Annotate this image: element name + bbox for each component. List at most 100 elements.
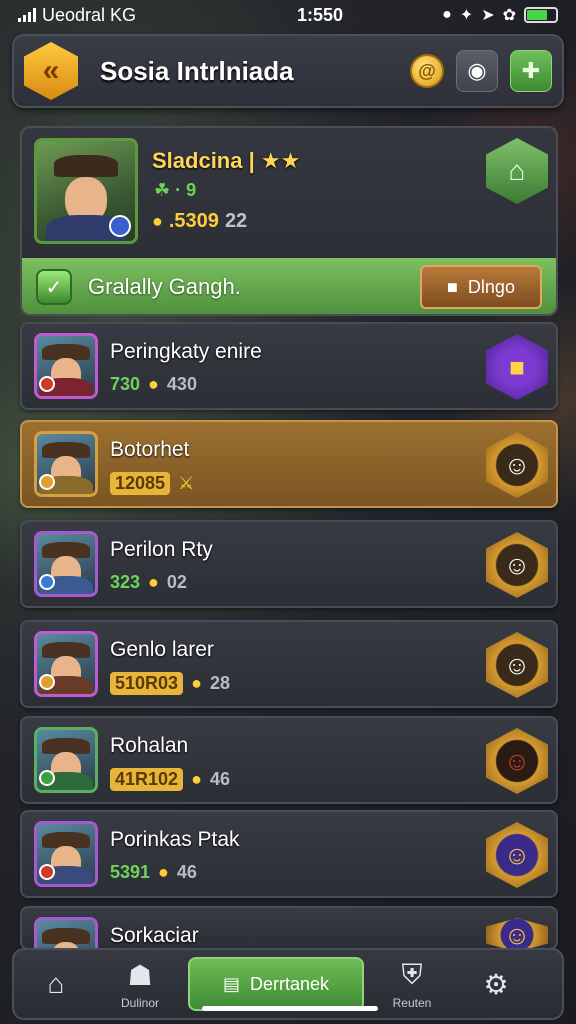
player-row-avatar — [34, 531, 98, 597]
page-title: Sosia Intrlniada — [100, 55, 294, 86]
chart-icon: ▤ — [222, 973, 240, 994]
player-rank-badge[interactable]: ☺ — [486, 918, 548, 952]
player-row-name: Botorhet — [110, 438, 190, 461]
guild-action-button[interactable]: ■ Dlngo — [420, 265, 542, 309]
stat-secondary: 46 — [209, 769, 230, 789]
player-rank-badge[interactable]: ☺ — [486, 532, 548, 598]
stat-primary: 730 — [110, 374, 141, 394]
stat-primary: 510R03 — [110, 672, 184, 695]
top-header: « Sosia Intrlniada @ ◉ ✚ — [12, 34, 564, 108]
player-profile-card[interactable]: Sladcina | ★★ ☘ · 9 ● .5309 22 ⌂ ✓ Grala… — [20, 126, 558, 316]
stat-secondary: 28 — [209, 673, 230, 693]
player-row-name: Porinkas Ptak — [110, 828, 240, 851]
guild-label: Gralally Gangh. — [88, 274, 241, 299]
sword-icon: ⚔ — [178, 473, 195, 493]
coin-icon: ● — [152, 211, 163, 231]
player-row[interactable]: Perilon Rty 323 ● 02 ☺ — [20, 520, 558, 608]
player-row-avatar — [34, 821, 98, 887]
portrait-icon: ☺ — [503, 649, 531, 680]
gear-icon: ⚙ — [483, 968, 509, 1000]
home-hex-button[interactable]: ⌂ — [486, 138, 548, 204]
wifi-icon: ✦ — [459, 7, 474, 24]
thumb-icon: ■ — [447, 276, 458, 297]
map-button[interactable]: ◉ — [456, 50, 498, 92]
chevron-left-icon: « — [42, 54, 60, 87]
player-row-name: Sorkaciar — [110, 924, 199, 947]
carrier-label: Ueodral KG — [42, 4, 137, 25]
player-row-stats: 41R102 ● 46 — [110, 768, 230, 791]
player-row-stats: 510R03 ● 28 — [110, 672, 230, 695]
map-pin-icon: ◉ — [467, 58, 487, 83]
coin-icon[interactable]: @ — [410, 54, 444, 88]
player-row-avatar — [34, 631, 98, 697]
portrait-icon: ☺ — [503, 839, 531, 870]
status-bar: Ueodral KG 1:550 ● ✦ ➤ ✿ — [0, 0, 576, 30]
battery-icon — [524, 7, 558, 23]
stat-primary: 12085 — [110, 472, 171, 495]
player-row[interactable]: Rohalan 41R102 ● 46 ☺ — [20, 716, 558, 804]
barn-icon: ☗ — [127, 959, 153, 991]
player-rank-badge[interactable]: ☺ — [486, 632, 548, 698]
plus-icon: ✚ — [521, 58, 541, 83]
player-row-stats: 12085 ⚔ — [110, 472, 202, 495]
player-row-avatar — [34, 727, 98, 793]
player-row-avatar — [34, 431, 98, 497]
player-row[interactable]: Sorkaciar ☺ — [20, 906, 558, 983]
player-rank-badge[interactable]: ■ — [486, 334, 548, 400]
stat-primary: 5391 — [110, 862, 151, 882]
coin-icon: ● — [148, 572, 159, 592]
alarm-icon: ● — [442, 6, 452, 23]
nav-shop[interactable]: ☗ Dulinor — [98, 950, 182, 1018]
nav-home[interactable]: ⌂ — [14, 950, 98, 1018]
location-icon: ➤ — [481, 7, 495, 24]
player-rank-badge[interactable]: ☺ — [486, 728, 548, 794]
portrait-icon: ☺ — [503, 549, 531, 580]
coin-icon: ● — [148, 374, 159, 394]
player-rank-badge[interactable]: ☺ — [486, 432, 548, 498]
player-row-stats: 323 ● 02 — [110, 572, 187, 593]
player-row-name: Rohalan — [110, 734, 189, 757]
player-row-name: Peringkaty enire — [110, 340, 262, 363]
stat-primary: 41R102 — [110, 768, 184, 791]
player-row[interactable]: Peringkaty enire 730 ● 430 ■ — [20, 322, 558, 410]
house-icon: ⌂ — [508, 155, 526, 186]
player-row[interactable]: Porinkas Ptak 5391 ● 46 ☺ — [20, 810, 558, 898]
gold-bar-icon: ■ — [509, 351, 525, 382]
player-row[interactable]: Botorhet 12085 ⚔ ☺ — [20, 420, 558, 508]
player-row-stats: 5391 ● 46 — [110, 862, 197, 883]
coin-icon: ● — [191, 673, 202, 693]
coin-icon: ● — [191, 769, 202, 789]
guild-icon: ✓ — [36, 269, 72, 305]
star-icon: ★★ — [260, 148, 301, 173]
rank-badge-icon — [109, 215, 131, 237]
stat-secondary: 02 — [166, 572, 187, 592]
nav-main-button[interactable]: ▤ Derrtanek — [188, 957, 364, 1011]
coin-icon: ● — [158, 862, 169, 882]
player-gold: ● .5309 22 — [152, 210, 248, 232]
status-time: 1:550 — [297, 4, 344, 25]
player-name: Sladcina | ★★ — [152, 148, 301, 173]
stat-secondary: 46 — [176, 862, 197, 882]
portrait-icon: ☺ — [503, 745, 531, 776]
player-row-stats: 730 ● 430 — [110, 374, 197, 395]
nav-filter[interactable]: ⛨ Reuten — [370, 950, 454, 1018]
player-rank-badge[interactable]: ☺ — [486, 822, 548, 888]
guild-bar[interactable]: ✓ Gralally Gangh. ■ Dlngo — [22, 258, 556, 314]
player-row-name: Genlo larer — [110, 638, 214, 661]
portrait-icon: ☺ — [503, 919, 531, 950]
portrait-icon: ☺ — [503, 449, 531, 480]
player-row-name: Perilon Rty — [110, 538, 213, 561]
player-row[interactable]: Genlo larer 510R03 ● 28 ☺ — [20, 620, 558, 708]
player-row-avatar — [34, 333, 98, 399]
nav-settings[interactable]: ⚙ — [454, 950, 538, 1018]
house-icon: ⌂ — [47, 968, 65, 999]
back-button[interactable]: « — [24, 42, 78, 100]
player-level: ☘ · 9 — [154, 180, 197, 200]
stat-secondary: 430 — [166, 374, 197, 394]
stat-primary: 323 — [110, 572, 141, 592]
add-button[interactable]: ✚ — [510, 50, 552, 92]
home-indicator — [202, 1006, 378, 1011]
signal-icon — [18, 8, 36, 22]
notification-icon: ✿ — [502, 7, 516, 24]
player-avatar — [34, 138, 138, 244]
